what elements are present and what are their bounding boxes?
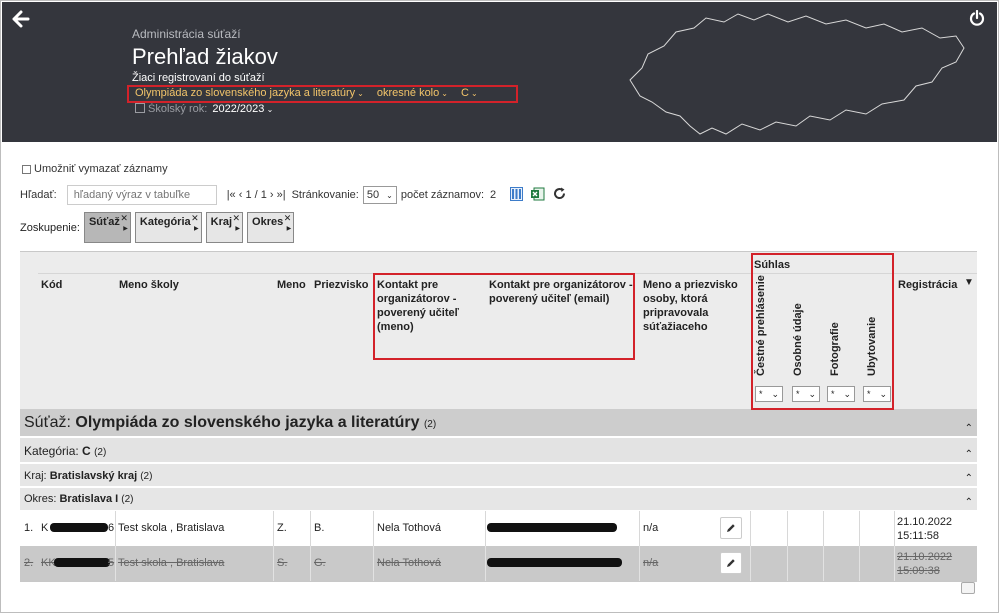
preparer-name: n/a: [643, 557, 659, 569]
refresh-icon[interactable]: [553, 187, 566, 203]
student-name: Z.: [277, 522, 287, 534]
contact-columns-highlight-box: [373, 273, 635, 360]
pencil-icon: [727, 524, 735, 532]
school-name: Test skola , Bratislava: [118, 557, 225, 569]
search-input[interactable]: [66, 185, 217, 205]
columns-icon[interactable]: [510, 186, 524, 204]
table-bottom-border: [20, 581, 977, 582]
group-row-district[interactable]: Okres: Bratislava I (2) ⌃: [20, 488, 977, 511]
col-header-preparer[interactable]: Meno a priezvisko osoby, ktorá pripravov…: [643, 278, 743, 334]
col-header-school[interactable]: Meno školy: [119, 278, 179, 292]
school-year-selector[interactable]: Školský rok: 2022/2023 ⌄: [135, 103, 273, 115]
chevron-up-icon[interactable]: ⌃: [965, 473, 973, 484]
allow-delete-row: Umožniť vymazať záznamy: [22, 163, 168, 175]
student-surname: B.: [314, 522, 325, 534]
paging-label: Stránkovanie:: [291, 189, 359, 201]
collapse-icon[interactable]: [961, 582, 975, 594]
row-number: 2.: [24, 557, 34, 569]
chevron-up-icon[interactable]: ⌃: [965, 449, 973, 460]
page-header: Administrácia súťaží Prehľad žiakov Žiac…: [2, 2, 997, 142]
group-chip-category[interactable]: Kategória ✕ ▶: [134, 212, 202, 243]
student-code: K: [41, 522, 49, 534]
col-header-code[interactable]: Kód: [41, 278, 62, 292]
contact-teacher-name: Nela Tothová: [377, 557, 442, 569]
page-title: Prehľad žiakov: [132, 44, 278, 69]
caret-right-icon: ▶: [123, 226, 128, 232]
grouping-label: Zoskupenie:: [20, 221, 80, 234]
contact-teacher-name: Nela Tothová: [377, 522, 442, 534]
pencil-icon: [727, 559, 735, 567]
group-chip-competition[interactable]: Súťaž ✕ ▶: [83, 212, 131, 243]
filter-highlight-box: [127, 85, 518, 103]
page-subtitle: Žiaci registrovaní do súťaží: [132, 72, 265, 84]
caret-right-icon: ▶: [286, 226, 292, 232]
close-icon[interactable]: ✕: [284, 213, 292, 224]
search-label: Hľadať:: [20, 189, 57, 201]
close-icon[interactable]: ✕: [120, 213, 128, 224]
breadcrumb: Administrácia súťaží: [132, 27, 241, 41]
close-icon[interactable]: ✕: [233, 213, 241, 224]
count-label: počet záznamov:: [400, 189, 485, 201]
preparer-name: n/a: [643, 522, 659, 534]
excel-export-icon[interactable]: [531, 187, 545, 204]
group-row-competition[interactable]: Súťaž: Olympiáda zo slovenského jazyka a…: [20, 409, 977, 437]
chevron-down-icon: ⌄: [386, 190, 393, 200]
slovakia-map-outline: [629, 13, 965, 135]
allow-delete-checkbox[interactable]: [22, 164, 31, 174]
close-icon[interactable]: ✕: [191, 213, 199, 224]
redacted-email: [487, 523, 617, 532]
redacted-email: [487, 558, 622, 567]
registration-datetime: 21.10.2022 15:09:38: [897, 551, 953, 577]
caret-right-icon: ▶: [194, 226, 199, 232]
consent-columns-highlight-box: [751, 253, 894, 410]
chevron-down-icon: ⌄: [264, 105, 274, 114]
power-icon[interactable]: [969, 9, 985, 29]
edit-button[interactable]: [720, 552, 742, 574]
student-name: S.: [277, 557, 288, 569]
student-surname: G.: [314, 557, 326, 569]
caret-right-icon: ▶: [235, 226, 241, 232]
col-header-surname[interactable]: Priezvisko: [314, 278, 368, 292]
allow-delete-label: Umožniť vymazať záznamy: [34, 163, 168, 175]
table-row[interactable]: 1. K 6 Test skola , Bratislava Z. B. Nel…: [20, 511, 977, 546]
school-name: Test skola , Bratislava: [118, 522, 225, 534]
registration-datetime: 21.10.2022 15:11:58: [897, 516, 953, 542]
redacted-code: [54, 558, 110, 567]
redacted-code: [50, 523, 108, 532]
back-arrow-icon[interactable]: [12, 10, 30, 31]
grouping-row: Zoskupenie: Súťaž ✕ ▶ Kategória ✕ ▶ Kraj ✕ ▶ O…: [20, 212, 298, 243]
pagination[interactable]: |« ‹ 1 / 1 › »|: [227, 189, 286, 201]
group-chip-region[interactable]: Kraj ✕ ▶: [205, 212, 244, 243]
col-header-name[interactable]: Meno: [277, 278, 306, 292]
chevron-up-icon[interactable]: ⌃: [965, 497, 973, 508]
col-header-registration[interactable]: Registrácia: [898, 278, 957, 292]
chevron-up-icon[interactable]: ⌃: [965, 423, 973, 434]
row-number: 1.: [24, 522, 34, 534]
group-row-category[interactable]: Kategória: C (2) ⌃: [20, 438, 977, 463]
students-table: Kód Meno školy Meno Priezvisko Kontakt p…: [20, 251, 977, 582]
calendar-icon: [135, 103, 145, 113]
sort-desc-icon[interactable]: ▼: [964, 277, 974, 288]
group-chip-district[interactable]: Okres ✕ ▶: [247, 212, 295, 243]
table-row[interactable]: 2. KK 5 Test skola , Bratislava S. G. Ne…: [20, 546, 977, 581]
group-row-region[interactable]: Kraj: Bratislavský kraj (2) ⌃: [20, 464, 977, 487]
edit-button[interactable]: [720, 517, 742, 539]
per-page-select[interactable]: 50 ⌄: [362, 186, 397, 204]
table-toolbar: Hľadať: |« ‹ 1 / 1 › »| Stránkovanie: 50…: [20, 185, 574, 205]
record-count: 2: [490, 189, 497, 201]
